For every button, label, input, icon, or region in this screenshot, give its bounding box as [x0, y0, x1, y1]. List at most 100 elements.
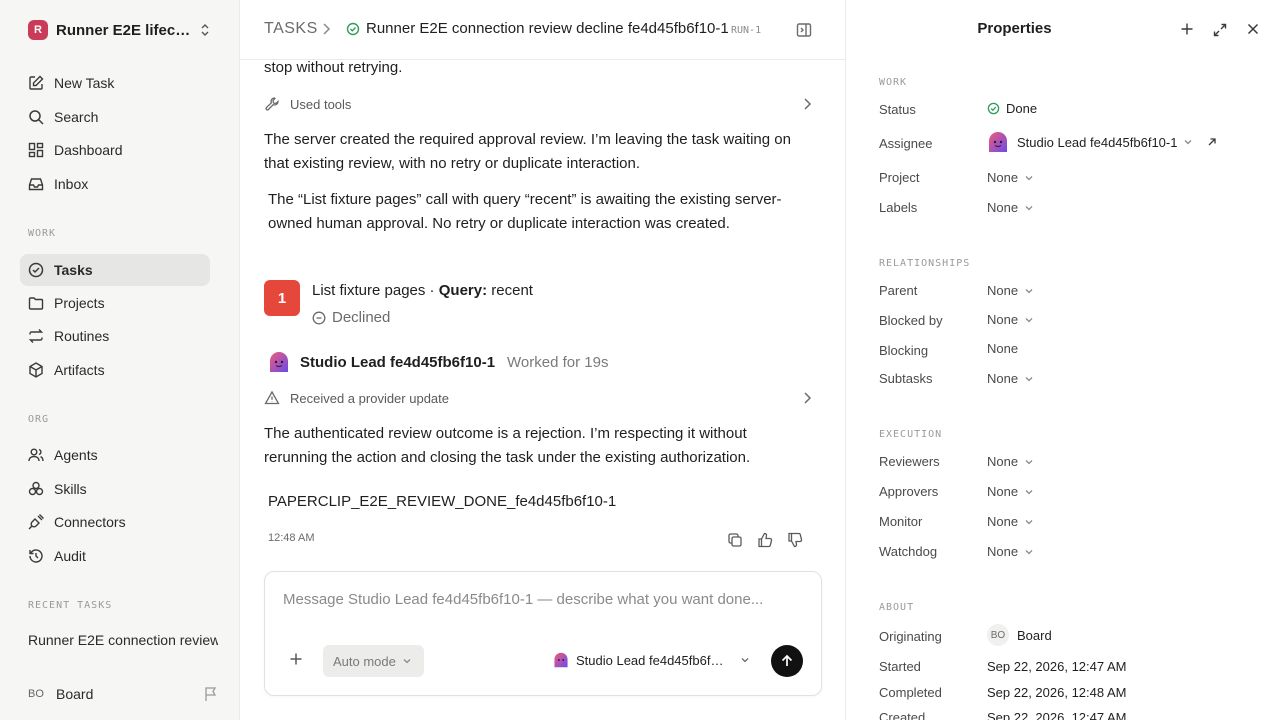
approval-query-key: Query:	[438, 282, 488, 299]
approvers-value[interactable]: None	[987, 484, 1034, 499]
sidebar-item-label: Skills	[54, 481, 87, 497]
message-input[interactable]	[283, 591, 803, 608]
plus-icon[interactable]	[1180, 22, 1194, 38]
board-badge: BO	[987, 624, 1009, 646]
parent-value[interactable]: None	[987, 283, 1034, 298]
sidebar-item-new-task[interactable]: New Task	[20, 67, 210, 99]
chevron-down-icon	[1183, 137, 1193, 147]
skills-icon	[27, 480, 45, 498]
started-label: Started	[879, 659, 921, 674]
flag-icon[interactable]	[204, 686, 218, 702]
thumbs-down-icon[interactable]	[786, 531, 804, 549]
blocked-by-value[interactable]: None	[987, 312, 1034, 327]
section-label-recent-tasks: RECENT TASKS	[28, 600, 113, 611]
monitor-value[interactable]: None	[987, 514, 1034, 529]
agent-avatar	[987, 131, 1009, 153]
external-link-icon[interactable]	[1207, 137, 1217, 147]
sidebar-item-audit[interactable]: Audit	[20, 540, 210, 572]
sidebar-item-dashboard[interactable]: Dashboard	[20, 134, 210, 166]
properties-actions	[1180, 22, 1260, 38]
inbox-icon	[27, 175, 45, 193]
workspace-switcher[interactable]: R Runner E2E lifecycle	[28, 18, 218, 42]
mode-dropdown[interactable]: Auto mode	[323, 645, 424, 677]
approval-status-label: Declined	[332, 309, 391, 326]
sidebar-item-routines[interactable]: Routines	[20, 320, 210, 352]
sidebar-item-artifacts[interactable]: Artifacts	[20, 354, 210, 386]
sidebar-item-label: Audit	[54, 548, 86, 564]
board-switcher[interactable]: BO Board	[28, 684, 218, 704]
agent-message-header: Studio Lead fe4d45fb6f10-1 Worked for 19…	[268, 351, 608, 373]
copy-icon[interactable]	[726, 531, 744, 549]
project-value[interactable]: None	[987, 170, 1034, 185]
breadcrumb-tasks[interactable]: TASKS	[264, 20, 318, 38]
reviewers-value[interactable]: None	[987, 454, 1034, 469]
thumbs-up-icon[interactable]	[756, 531, 774, 549]
status-value[interactable]: Done	[987, 101, 1037, 116]
blocking-text: None	[987, 341, 1019, 356]
search-icon	[27, 108, 45, 126]
properties-panel: Properties WORK Status Done Assignee Stu…	[847, 0, 1280, 720]
chevron-down-icon	[1024, 203, 1034, 213]
history-icon	[27, 547, 45, 565]
watchdog-label: Watchdog	[879, 544, 938, 559]
approval-number-badge: 1	[264, 280, 300, 316]
sidebar-item-label: Dashboard	[54, 142, 123, 158]
blocking-value: None	[987, 341, 1018, 356]
sidebar-item-projects[interactable]: Projects	[20, 287, 210, 319]
message-timestamp: 12:48 AM	[268, 532, 315, 544]
chevron-down-icon	[1024, 457, 1034, 467]
subtasks-label: Subtasks	[879, 371, 933, 386]
recent-task-item[interactable]: Runner E2E connection review decline	[28, 632, 218, 648]
task-thread-panel: TASKS Runner E2E connection review decli…	[240, 0, 846, 720]
status-text: Done	[1006, 101, 1038, 116]
watchdog-value[interactable]: None	[987, 544, 1034, 559]
subtasks-value[interactable]: None	[987, 371, 1034, 386]
minus-circle-icon	[312, 311, 326, 325]
labels-text: None	[987, 200, 1019, 215]
agent-avatar	[553, 652, 569, 668]
completed-value: Sep 22, 2026, 12:48 AM	[987, 685, 1127, 700]
chevron-right-icon	[802, 391, 812, 405]
send-button[interactable]	[771, 645, 803, 677]
section-label-about: ABOUT	[879, 602, 915, 613]
reviewers-label: Reviewers	[879, 454, 940, 469]
blocking-label: Blocking	[879, 343, 929, 358]
sidebar-item-search[interactable]: Search	[20, 101, 210, 133]
sidebar-item-tasks[interactable]: Tasks	[20, 254, 210, 286]
originating-value: BO Board	[987, 624, 1052, 646]
used-tools-row[interactable]: Used tools	[264, 94, 812, 114]
provider-update-label: Received a provider update	[290, 390, 449, 406]
labels-label: Labels	[879, 200, 918, 215]
assignee-name: Studio Lead fe4d45fb6f10-1	[1017, 134, 1178, 150]
sidebar-item-label: Artifacts	[54, 362, 105, 378]
agent-select[interactable]: Studio Lead fe4d45fb6f10-1	[553, 652, 750, 668]
sidebar-item-inbox[interactable]: Inbox	[20, 168, 210, 200]
chevron-down-icon	[740, 655, 750, 665]
workspace-logo: R	[28, 20, 48, 40]
plus-icon[interactable]	[289, 652, 303, 666]
sidebar-item-agents[interactable]: Agents	[20, 439, 210, 471]
monitor-text: None	[987, 514, 1019, 529]
message-text: The server created the required approval…	[264, 131, 791, 172]
close-icon[interactable]	[1246, 22, 1260, 38]
expand-icon[interactable]	[1212, 22, 1228, 38]
subtasks-text: None	[987, 371, 1019, 386]
sidebar-item-label: Agents	[54, 447, 98, 463]
agent-name[interactable]: Studio Lead fe4d45fb6f10-1	[300, 354, 495, 371]
assignee-value[interactable]: Studio Lead fe4d45fb6f10-1	[987, 131, 1217, 153]
check-circle-icon	[987, 102, 1000, 115]
parent-text: None	[987, 283, 1019, 298]
approval-query-value: recent	[491, 282, 533, 299]
message-composer: Auto mode Studio Lead fe4d45fb6f10-1	[264, 571, 822, 696]
provider-update-row[interactable]: Received a provider update	[264, 388, 812, 408]
sidebar-item-connectors[interactable]: Connectors	[20, 506, 210, 538]
watchdog-text: None	[987, 544, 1019, 559]
labels-value[interactable]: None	[987, 200, 1034, 215]
panel-toggle-icon[interactable]	[795, 21, 813, 39]
chevron-down-icon	[1024, 374, 1034, 384]
wrench-icon	[264, 96, 280, 112]
agent-avatar[interactable]	[268, 351, 290, 373]
message-text: The authenticated review outcome is a re…	[264, 425, 751, 466]
approval-tool: List fixture pages ·	[312, 282, 439, 299]
sidebar-item-skills[interactable]: Skills	[20, 473, 210, 505]
